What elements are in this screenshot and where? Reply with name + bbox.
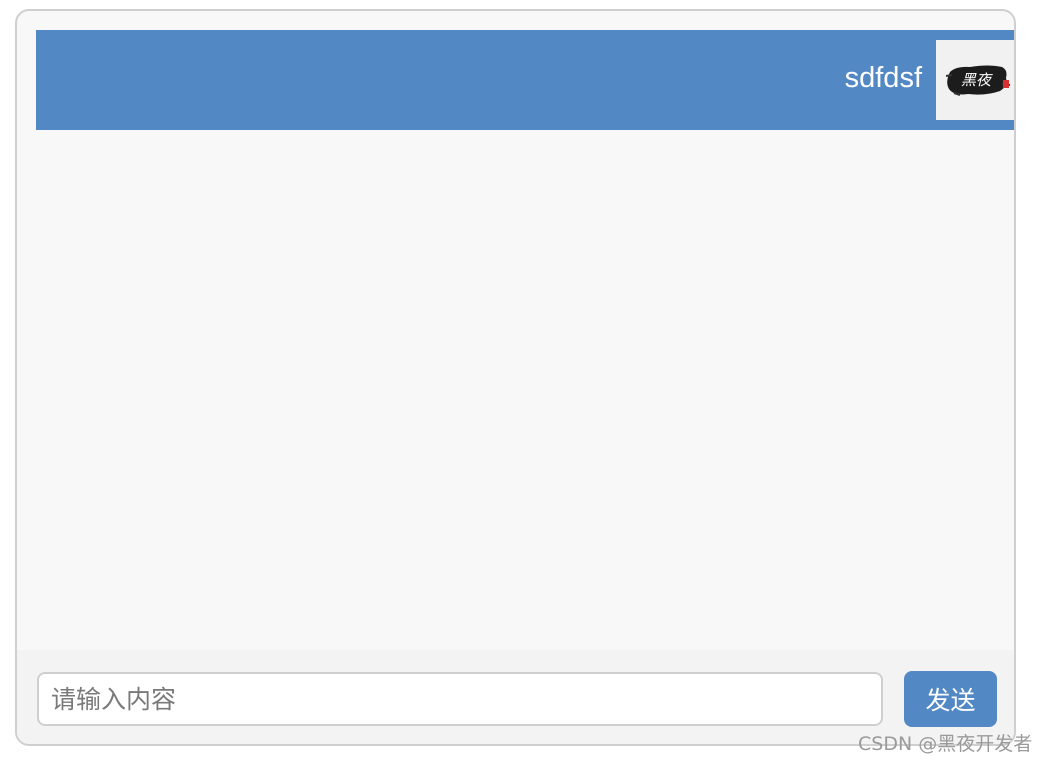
chat-header: sdfdsf 黑夜 <box>36 30 1014 130</box>
send-button[interactable]: 发送 <box>904 671 997 727</box>
avatar-logo-image: 黑夜 <box>936 40 1014 120</box>
watermark: CSDN @黑夜开发者 <box>858 733 1033 755</box>
chat-username: sdfdsf <box>844 62 922 94</box>
chat-window: sdfdsf 黑夜 发送 <box>15 9 1016 746</box>
message-input[interactable] <box>37 672 883 726</box>
avatar[interactable]: 黑夜 <box>936 40 1014 120</box>
message-list[interactable] <box>17 130 1014 650</box>
avatar-text: 黑夜 <box>961 71 993 89</box>
